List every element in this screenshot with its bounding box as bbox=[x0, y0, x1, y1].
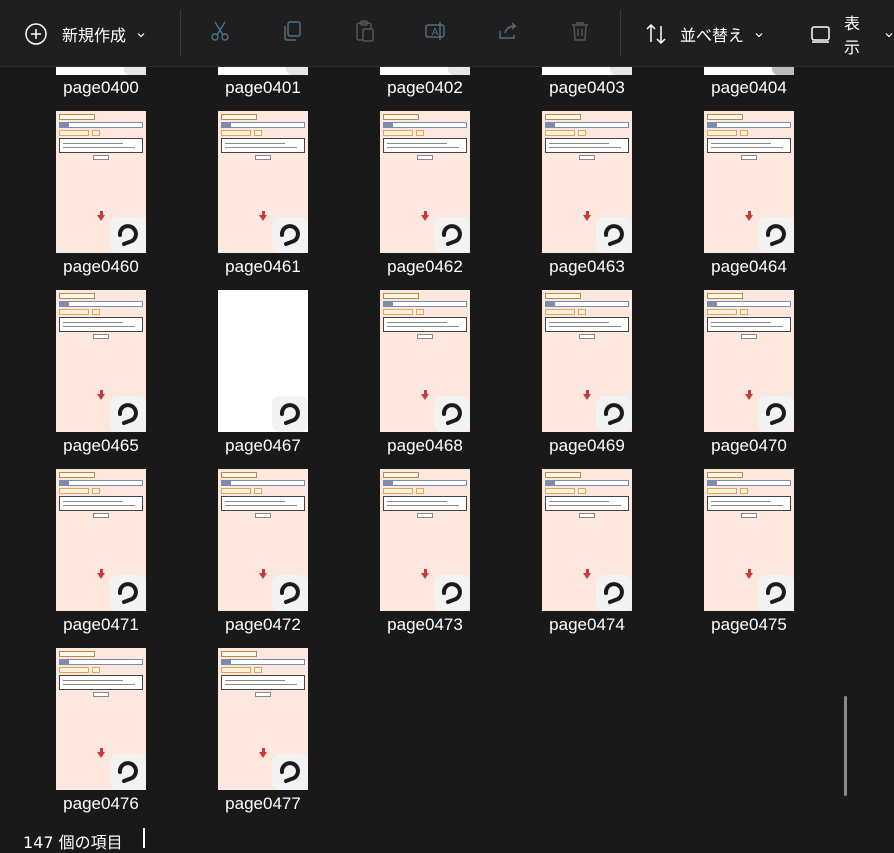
delete-button[interactable] bbox=[566, 19, 594, 47]
thumbnail bbox=[218, 648, 308, 790]
chevron-down-icon bbox=[884, 25, 894, 44]
file-name: page0474 bbox=[549, 615, 625, 634]
thumbnail bbox=[542, 469, 632, 611]
file-name: page0473 bbox=[387, 615, 463, 634]
file-name: page0470 bbox=[711, 436, 787, 455]
app-logo-icon bbox=[758, 217, 794, 253]
app-logo-icon bbox=[758, 396, 794, 432]
thumbnail bbox=[380, 290, 470, 432]
cut-button[interactable] bbox=[206, 19, 234, 47]
thumbnail bbox=[380, 469, 470, 611]
rename-button[interactable]: A bbox=[421, 19, 449, 47]
app-logo-icon bbox=[272, 217, 308, 253]
thumbnail bbox=[56, 648, 146, 790]
app-logo-icon bbox=[110, 754, 146, 790]
status-bar: 147 個の項目 bbox=[0, 821, 894, 853]
file-name: page0402 bbox=[387, 78, 463, 97]
chevron-down-icon bbox=[136, 25, 146, 44]
file-name: page0475 bbox=[711, 615, 787, 634]
app-logo-icon bbox=[434, 575, 470, 611]
thumbnail bbox=[56, 67, 146, 75]
rename-icon: A bbox=[423, 19, 447, 47]
file-name: page0467 bbox=[225, 436, 301, 455]
file-name: page0477 bbox=[225, 794, 301, 813]
new-button[interactable]: 新規作成 bbox=[24, 14, 146, 54]
file-name: page0461 bbox=[225, 257, 301, 276]
app-logo-icon bbox=[434, 217, 470, 253]
svg-text:A: A bbox=[432, 27, 439, 38]
file-name: page0471 bbox=[63, 615, 139, 634]
app-logo-icon bbox=[596, 396, 632, 432]
file-name: page0462 bbox=[387, 257, 463, 276]
thumbnail bbox=[56, 111, 146, 253]
file-name: page0472 bbox=[225, 615, 301, 634]
thumbnail bbox=[542, 290, 632, 432]
app-logo-icon bbox=[110, 575, 146, 611]
app-logo-icon bbox=[272, 396, 308, 432]
app-logo-icon bbox=[596, 575, 632, 611]
app-logo-icon bbox=[272, 754, 308, 790]
view-icon bbox=[810, 23, 832, 45]
thumbnail bbox=[218, 469, 308, 611]
file-name: page0469 bbox=[549, 436, 625, 455]
app-logo-icon bbox=[272, 575, 308, 611]
toolbar-divider bbox=[620, 10, 621, 56]
cut-icon bbox=[208, 19, 232, 47]
command-bar: 新規作成 A 並べ替え 表示 bbox=[0, 0, 894, 67]
thumbnail bbox=[380, 67, 470, 75]
thumbnail bbox=[704, 67, 794, 75]
file-name: page0403 bbox=[549, 78, 625, 97]
file-name: page0468 bbox=[387, 436, 463, 455]
file-name: page0400 bbox=[63, 78, 139, 97]
sort-icon bbox=[644, 22, 668, 46]
new-button-label: 新規作成 bbox=[62, 26, 127, 45]
file-name: page0460 bbox=[63, 257, 139, 276]
thumbnail bbox=[704, 111, 794, 253]
file-name: page0464 bbox=[711, 257, 787, 276]
thumbnail bbox=[56, 469, 146, 611]
file-name: page0476 bbox=[63, 794, 139, 813]
thumbnail bbox=[218, 111, 308, 253]
plus-circle-icon bbox=[24, 22, 48, 46]
sort-button-label: 並べ替え bbox=[680, 26, 745, 45]
thumbnail bbox=[218, 290, 308, 432]
toolbar-divider bbox=[180, 10, 181, 56]
thumbnail bbox=[542, 111, 632, 253]
file-name: page0463 bbox=[549, 257, 625, 276]
file-name: page0465 bbox=[63, 436, 139, 455]
thumbnail bbox=[704, 469, 794, 611]
app-logo-icon bbox=[110, 217, 146, 253]
share-button[interactable] bbox=[494, 19, 522, 47]
file-grid[interactable]: page0400 page0401 page0402 page0403 page… bbox=[0, 67, 894, 821]
file-name: page0401 bbox=[225, 78, 301, 97]
app-logo-icon bbox=[434, 396, 470, 432]
thumbnail bbox=[704, 290, 794, 432]
paste-icon bbox=[352, 19, 376, 47]
text-cursor bbox=[143, 828, 145, 848]
thumbnail bbox=[542, 67, 632, 75]
sort-button[interactable]: 並べ替え bbox=[644, 14, 764, 54]
chevron-down-icon bbox=[754, 25, 764, 44]
view-button[interactable]: 表示 bbox=[810, 14, 894, 57]
copy-button[interactable] bbox=[278, 19, 306, 47]
app-logo-icon bbox=[596, 217, 632, 253]
vertical-scrollbar[interactable] bbox=[844, 696, 847, 796]
file-name: page0404 bbox=[711, 78, 787, 97]
share-icon bbox=[496, 19, 520, 47]
copy-icon bbox=[280, 19, 304, 47]
paste-button[interactable] bbox=[350, 19, 378, 47]
view-button-label: 表示 bbox=[844, 14, 861, 57]
thumbnail bbox=[218, 67, 308, 75]
thumbnail bbox=[380, 111, 470, 253]
trash-icon bbox=[568, 19, 592, 47]
item-count: 147 個の項目 bbox=[23, 833, 123, 852]
thumbnail bbox=[56, 290, 146, 432]
app-logo-icon bbox=[758, 575, 794, 611]
app-logo-icon bbox=[110, 396, 146, 432]
